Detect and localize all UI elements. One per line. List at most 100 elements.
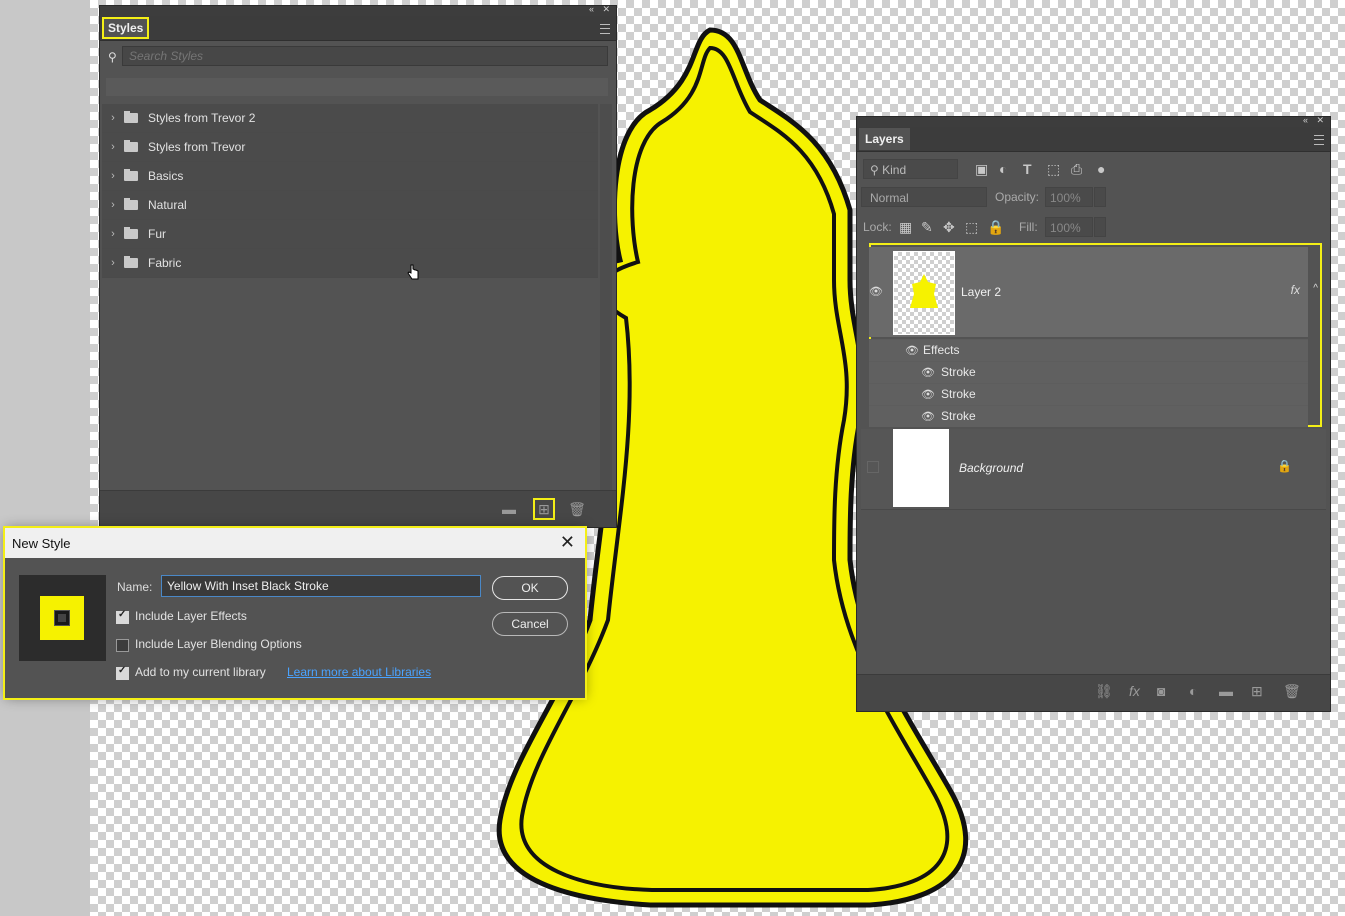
- opacity-dropdown[interactable]: [1094, 187, 1106, 207]
- opacity-input[interactable]: 100%: [1045, 187, 1093, 207]
- lock-position-icon[interactable]: ✥: [943, 219, 955, 236]
- search-icon: ⚲: [108, 50, 117, 64]
- layers-footer: ⛓ fx ◙ ◐ ▬ ⊞ 🗑: [857, 674, 1330, 711]
- eye-icon[interactable]: 👁: [921, 410, 935, 423]
- panel-menu-icon[interactable]: [600, 24, 610, 34]
- style-group[interactable]: › Natural: [102, 191, 598, 220]
- layer-row-background[interactable]: Background 🔒: [861, 429, 1326, 510]
- include-layer-effects-checkbox[interactable]: [116, 609, 129, 624]
- trash-icon[interactable]: 🗑: [1283, 683, 1301, 700]
- tab-styles[interactable]: Styles: [102, 17, 150, 39]
- lock-image-icon[interactable]: ✎: [921, 219, 933, 236]
- layers-panel-topbar[interactable]: « ✕: [857, 115, 1330, 127]
- chevron-right-icon[interactable]: ›: [106, 228, 120, 240]
- yellow-shape-thumbnail: [910, 274, 938, 308]
- panel-menu-icon[interactable]: [1314, 135, 1324, 145]
- blend-mode-select[interactable]: Normal: [861, 187, 987, 207]
- lock-artboard-icon[interactable]: ⬚: [965, 219, 978, 236]
- lock-all-icon[interactable]: 🔒: [987, 219, 1004, 236]
- fx-icon[interactable]: fx: [1291, 283, 1300, 297]
- trash-icon[interactable]: 🗑: [568, 500, 586, 518]
- effect-row-stroke[interactable]: 👁 Stroke: [869, 361, 1308, 383]
- style-group-label: Fabric: [148, 256, 182, 270]
- collapse-icon[interactable]: «: [1303, 115, 1308, 125]
- chevron-right-icon[interactable]: ›: [106, 199, 120, 211]
- include-layer-effects-label: Include Layer Effects: [135, 609, 247, 623]
- effect-row-stroke[interactable]: 👁 Stroke: [869, 383, 1308, 405]
- layer-name[interactable]: Background: [959, 461, 1023, 475]
- style-group-list: › Styles from Trevor 2 › Styles from Trevo…: [102, 104, 598, 278]
- styles-footer: ▬ ⊞ 🗑: [100, 490, 616, 527]
- folder-icon: [124, 111, 138, 123]
- layers-tabbar: Layers: [857, 127, 1330, 152]
- eye-icon[interactable]: 👁: [921, 366, 935, 379]
- fill-input[interactable]: 100%: [1045, 217, 1093, 237]
- layer-thumbnail[interactable]: [893, 429, 949, 507]
- add-mask-icon[interactable]: ◙: [1157, 683, 1165, 699]
- style-group[interactable]: › Fabric: [102, 249, 598, 278]
- lock-label: Lock:: [863, 220, 892, 234]
- styles-panel-topbar[interactable]: « ✕: [100, 4, 616, 16]
- adjustment-layer-icon[interactable]: ◐: [1189, 683, 1197, 699]
- layer-row-layer-2[interactable]: 👁 Layer 2 fx ^: [869, 247, 1318, 337]
- close-icon[interactable]: ✕: [560, 532, 575, 553]
- lock-transparent-icon[interactable]: ▦: [899, 219, 912, 236]
- effects-label: Effects: [923, 343, 960, 357]
- new-group-folder-icon[interactable]: ▬: [1219, 683, 1233, 699]
- dialog-titlebar[interactable]: New Style ✕: [5, 528, 585, 558]
- dialog-title: New Style: [12, 536, 71, 551]
- chevron-right-icon[interactable]: ›: [106, 141, 120, 153]
- style-group-label: Basics: [148, 169, 184, 183]
- folder-icon: [124, 140, 138, 152]
- image-filter-icon[interactable]: ▣: [975, 161, 988, 178]
- close-icon[interactable]: ✕: [602, 4, 610, 15]
- cancel-button[interactable]: Cancel: [492, 612, 568, 636]
- eye-icon[interactable]: 👁: [869, 285, 883, 298]
- chevron-up-icon[interactable]: ^: [1313, 283, 1318, 294]
- visibility-toggle[interactable]: [867, 461, 879, 473]
- adjustment-filter-icon[interactable]: ◐: [999, 161, 1007, 177]
- add-fx-icon[interactable]: fx: [1129, 683, 1140, 699]
- include-blending-label: Include Layer Blending Options: [135, 637, 302, 651]
- close-icon[interactable]: ✕: [1316, 115, 1324, 126]
- new-group-folder-icon[interactable]: ▬: [500, 500, 518, 518]
- include-blending-checkbox[interactable]: [116, 639, 129, 652]
- shape-filter-icon[interactable]: ⬚: [1047, 161, 1060, 178]
- preview-black-inset: [54, 610, 70, 626]
- tab-layers[interactable]: Layers: [859, 128, 910, 150]
- new-layer-icon[interactable]: ⊞: [1251, 683, 1263, 700]
- style-group[interactable]: › Styles from Trevor: [102, 133, 598, 162]
- eye-icon[interactable]: 👁: [921, 388, 935, 401]
- new-style-button[interactable]: ⊞: [533, 498, 555, 520]
- eye-icon[interactable]: 👁: [905, 344, 919, 357]
- link-icon[interactable]: ⛓: [1095, 683, 1113, 700]
- fill-dropdown[interactable]: [1094, 217, 1106, 237]
- style-group[interactable]: › Styles from Trevor 2: [102, 104, 598, 133]
- layers-panel: « ✕ Layers ⚲ Kind ▣ ◐ T ⬚ ⎙ ● Normal Opa…: [856, 115, 1331, 712]
- style-name-input[interactable]: [161, 575, 481, 597]
- styles-panel: « ✕ Styles ⚲ › Styles from Trevor 2 › Styl…: [99, 4, 617, 528]
- smart-object-filter-icon[interactable]: ⎙: [1071, 161, 1082, 178]
- style-group[interactable]: › Basics: [102, 162, 598, 191]
- chevron-right-icon[interactable]: ›: [106, 112, 120, 124]
- layer-thumbnail[interactable]: [893, 251, 955, 335]
- learn-more-libraries-link[interactable]: Learn more about Libraries: [287, 665, 431, 679]
- filter-toggle-icon[interactable]: ●: [1097, 161, 1105, 177]
- add-to-library-checkbox[interactable]: [116, 665, 129, 680]
- ok-button[interactable]: OK: [492, 576, 568, 600]
- type-filter-icon[interactable]: T: [1023, 161, 1032, 177]
- styles-scrollbar[interactable]: [600, 104, 612, 492]
- style-group-label: Fur: [148, 227, 166, 241]
- search-styles-input[interactable]: [122, 46, 608, 66]
- style-group-label: Styles from Trevor 2: [148, 111, 256, 125]
- style-group[interactable]: › Fur: [102, 220, 598, 249]
- effect-row-stroke[interactable]: 👁 Stroke: [869, 405, 1308, 427]
- kind-filter-select[interactable]: ⚲ Kind: [863, 159, 958, 179]
- chevron-right-icon[interactable]: ›: [106, 257, 120, 269]
- effects-row[interactable]: 👁 Effects: [869, 339, 1308, 361]
- style-group-label: Styles from Trevor: [148, 140, 246, 154]
- collapse-icon[interactable]: «: [589, 4, 594, 14]
- kind-label: Kind: [882, 163, 907, 177]
- chevron-right-icon[interactable]: ›: [106, 170, 120, 182]
- layer-name[interactable]: Layer 2: [961, 285, 1001, 299]
